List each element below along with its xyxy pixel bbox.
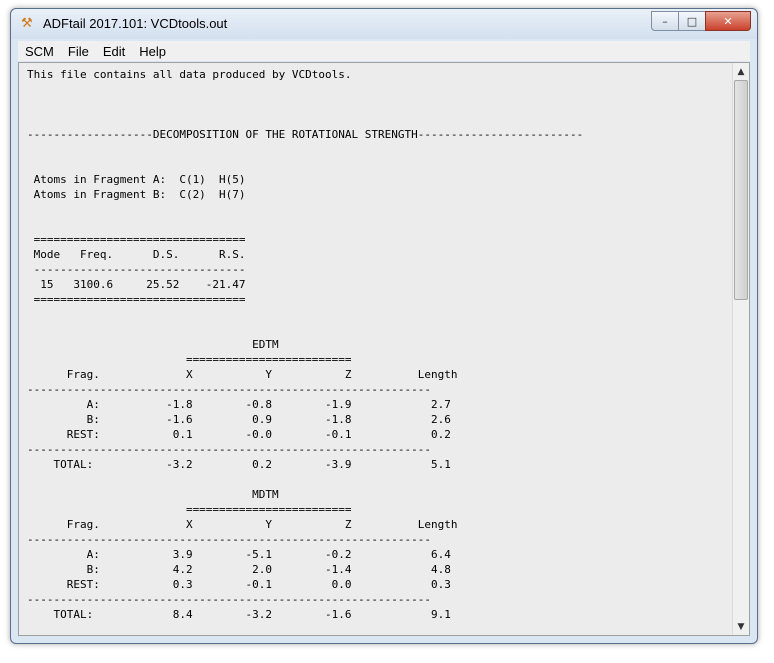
output-text[interactable]: This file contains all data produced by …: [27, 67, 727, 633]
output-line: A: 3.9 -5.1 -0.2 6.4: [27, 548, 451, 561]
scroll-thumb[interactable]: [734, 80, 748, 300]
output-text-viewer[interactable]: This file contains all data produced by …: [18, 62, 750, 636]
adf-app-icon[interactable]: ⚒: [21, 16, 37, 32]
minimize-button[interactable]: –: [651, 11, 679, 31]
title-bar[interactable]: ⚒ ADFtail 2017.101: VCDtools.out – □ ✕: [11, 9, 757, 39]
close-button[interactable]: ✕: [705, 11, 751, 31]
output-line: TOTAL: 8.4 -3.2 -1.6 9.1: [27, 608, 451, 621]
output-line: ----------------------------------------…: [27, 383, 431, 396]
application-window: ⚒ ADFtail 2017.101: VCDtools.out – □ ✕ S…: [10, 8, 758, 644]
output-line: REST: 0.1 -0.0 -0.1 0.2: [27, 428, 451, 441]
menu-bar: SCM File Edit Help: [18, 41, 750, 61]
menu-edit[interactable]: Edit: [96, 44, 132, 59]
output-line: ----------------------------------------…: [27, 533, 431, 546]
output-line: ================================: [27, 293, 246, 306]
vertical-scrollbar[interactable]: ▲ ▼: [732, 63, 749, 635]
maximize-button[interactable]: □: [678, 11, 706, 31]
output-line: -------------------DECOMPOSITION OF THE …: [27, 128, 584, 141]
output-line: B: -1.6 0.9 -1.8 2.6: [27, 413, 451, 426]
output-line: 15 3100.6 25.52 -21.47: [27, 278, 246, 291]
output-line: Atoms in Fragment A: C(1) H(5): [27, 173, 246, 186]
output-line: ================================: [27, 233, 246, 246]
output-line: Atoms in Fragment B: C(2) H(7): [27, 188, 246, 201]
output-line: ----------------------------------------…: [27, 443, 431, 456]
scroll-down-arrow[interactable]: ▼: [733, 618, 749, 635]
output-line: A: -1.8 -0.8 -1.9 2.7: [27, 398, 451, 411]
menu-help[interactable]: Help: [132, 44, 173, 59]
output-line: MDTM: [27, 488, 279, 501]
output-line: --------------------------------: [27, 263, 246, 276]
output-lines: This file contains all data produced by …: [27, 67, 727, 622]
output-line: EDTM: [27, 338, 279, 351]
output-line: =========================: [27, 353, 352, 366]
output-line: Frag. X Y Z Length: [27, 518, 458, 531]
output-line: This file contains all data produced by …: [27, 68, 352, 81]
menu-file[interactable]: File: [61, 44, 96, 59]
output-line: REST: 0.3 -0.1 0.0 0.3: [27, 578, 451, 591]
output-line: Mode Freq. D.S. R.S.: [27, 248, 246, 261]
window-controls: – □ ✕: [651, 11, 751, 31]
output-line: B: 4.2 2.0 -1.4 4.8: [27, 563, 451, 576]
output-line: ----------------------------------------…: [27, 593, 431, 606]
output-line: Frag. X Y Z Length: [27, 368, 458, 381]
output-line: =========================: [27, 503, 352, 516]
menu-scm[interactable]: SCM: [18, 44, 61, 59]
window-title: ADFtail 2017.101: VCDtools.out: [43, 16, 228, 31]
scroll-up-arrow[interactable]: ▲: [733, 63, 749, 80]
output-line: TOTAL: -3.2 0.2 -3.9 5.1: [27, 458, 451, 471]
